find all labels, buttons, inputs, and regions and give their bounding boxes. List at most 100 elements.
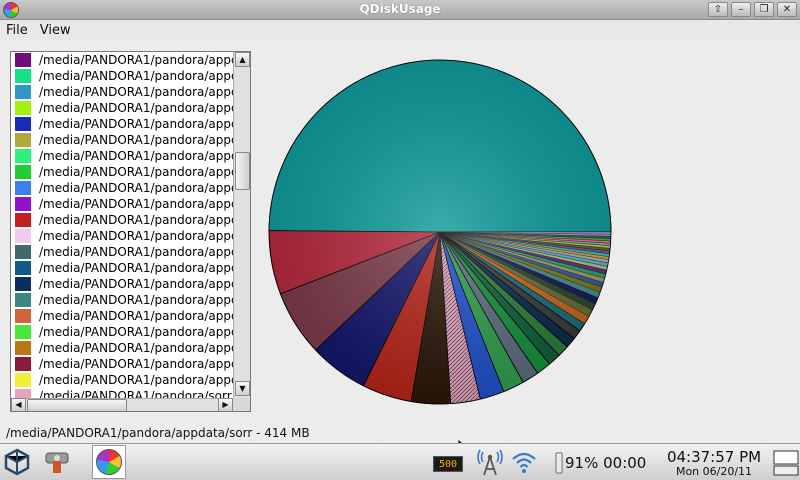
legend-item[interactable]: /media/PANDORA1/pandora/appd: [11, 276, 233, 292]
window-titlebar[interactable]: QDiskUsage ⇧ – ❐ ✕: [0, 0, 800, 20]
battery-icon[interactable]: [554, 447, 564, 477]
battery-status: 91% 00:00: [565, 454, 647, 472]
legend-list[interactable]: /media/PANDORA1/pandora/appd/media/PANDO…: [10, 51, 251, 412]
legend-item-label: /media/PANDORA1/pandora/appd: [39, 309, 233, 323]
legend-color-swatch: [15, 373, 31, 387]
legend-item[interactable]: /media/PANDORA1/pandora/appd: [11, 84, 233, 100]
legend-item-label: /media/PANDORA1/pandora/appd: [39, 357, 233, 371]
screen: QDiskUsage ⇧ – ❐ ✕ File View /media/PAND…: [0, 0, 800, 480]
legend-item-label: /media/PANDORA1/pandora/appd: [39, 101, 233, 115]
legend-color-swatch: [15, 341, 31, 355]
legend-color-swatch: [15, 117, 31, 131]
legend-item-label: /media/PANDORA1/pandora/appd: [39, 229, 233, 243]
clock[interactable]: 04:37:57 PM Mon 06/20/11: [660, 449, 768, 478]
legend-item[interactable]: /media/PANDORA1/pandora/appd: [11, 180, 233, 196]
legend-color-swatch: [15, 85, 31, 99]
qdiskusage-icon: [96, 449, 122, 475]
pie-slice[interactable]: [268, 59, 612, 233]
legend-item-label: /media/PANDORA1/pandora/appd: [39, 85, 233, 99]
legend-color-swatch: [15, 309, 31, 323]
clock-time: 04:37:57 PM: [666, 448, 762, 466]
legend-color-swatch: [15, 165, 31, 179]
legend-item-label: /media/PANDORA1/pandora/appd: [39, 53, 233, 67]
legend-color-swatch: [15, 277, 31, 291]
legend-color-swatch: [15, 229, 31, 243]
legend-item-label: /media/PANDORA1/pandora/appd: [39, 213, 233, 227]
legend-color-swatch: [15, 213, 31, 227]
taskbar: 500 91% 00:00 04:37:57 PM Mon 06/20/11: [0, 443, 800, 480]
window-title: QDiskUsage: [359, 2, 441, 16]
legend-item[interactable]: /media/PANDORA1/pandora/appd: [11, 292, 233, 308]
cpu-speed-badge[interactable]: 500: [433, 456, 463, 472]
legend-color-swatch: [15, 53, 31, 67]
legend-item[interactable]: /media/PANDORA1/pandora/appd: [11, 260, 233, 276]
pandora-menu-icon[interactable]: [2, 447, 32, 477]
status-bar-text: /media/PANDORA1/pandora/appdata/sorr - 4…: [6, 426, 310, 440]
legend-item[interactable]: /media/PANDORA1/pandora/appd: [11, 212, 233, 228]
menu-view[interactable]: View: [34, 23, 77, 38]
qdiskusage-task-button[interactable]: [92, 445, 126, 479]
scroll-up-arrow-icon[interactable]: ▲: [235, 52, 250, 67]
legend-color-swatch: [15, 133, 31, 147]
vertical-scroll-thumb[interactable]: [235, 152, 250, 190]
minimize-button[interactable]: –: [731, 2, 751, 17]
legend-item[interactable]: /media/PANDORA1/pandora/appd: [11, 228, 233, 244]
legend-vertical-scrollbar[interactable]: ▲ ▼: [233, 52, 250, 398]
clock-date: Mon 06/20/11: [675, 465, 753, 478]
legend-item[interactable]: /media/PANDORA1/pandora/appd: [11, 324, 233, 340]
legend-item[interactable]: /media/PANDORA1/pandora/appd: [11, 356, 233, 372]
legend-item-label: /media/PANDORA1/pandora/appd: [39, 245, 233, 259]
legend-color-swatch: [15, 261, 31, 275]
legend-item-label: /media/PANDORA1/pandora/appd: [39, 149, 233, 163]
system-tools-icon[interactable]: [42, 447, 72, 477]
legend-item-label: /media/PANDORA1/pandora/appd: [39, 277, 233, 291]
legend-rows: /media/PANDORA1/pandora/appd/media/PANDO…: [11, 52, 233, 400]
horizontal-scroll-thumb[interactable]: [27, 399, 127, 411]
legend-item[interactable]: /media/PANDORA1/pandora/appd: [11, 116, 233, 132]
legend-color-swatch: [15, 293, 31, 307]
legend-item-label: /media/PANDORA1/pandora/appd: [39, 133, 233, 147]
disk-usage-pie-chart[interactable]: [260, 55, 620, 415]
legend-item-label: /media/PANDORA1/pandora/appd: [39, 325, 233, 339]
legend-item-label: /media/PANDORA1/pandora/appd: [39, 261, 233, 275]
scroll-right-arrow-icon[interactable]: ▶: [218, 398, 233, 411]
legend-color-swatch: [15, 197, 31, 211]
legend-item[interactable]: /media/PANDORA1/pandora/appd: [11, 164, 233, 180]
network-antenna-icon[interactable]: [474, 447, 506, 477]
scroll-left-arrow-icon[interactable]: ◀: [11, 398, 26, 411]
wifi-icon[interactable]: [510, 447, 538, 477]
legend-item-label: /media/PANDORA1/pandora/appd: [39, 293, 233, 307]
scroll-down-arrow-icon[interactable]: ▼: [235, 381, 250, 396]
menu-file[interactable]: File: [0, 23, 34, 38]
legend-item[interactable]: /media/PANDORA1/pandora/appd: [11, 340, 233, 356]
scrollbar-corner: [233, 398, 250, 411]
legend-item-label: /media/PANDORA1/pandora/appd: [39, 117, 233, 131]
legend-item[interactable]: /media/PANDORA1/pandora/appd: [11, 196, 233, 212]
window-controls: ⇧ – ❐ ✕: [708, 2, 797, 17]
legend-item-label: /media/PANDORA1/pandora/appd: [39, 373, 233, 387]
restore-button[interactable]: ❐: [754, 2, 774, 17]
legend-item[interactable]: /media/PANDORA1/pandora/appd: [11, 132, 233, 148]
legend-item-label: /media/PANDORA1/pandora/appd: [39, 69, 233, 83]
legend-color-swatch: [15, 245, 31, 259]
legend-item[interactable]: /media/PANDORA1/pandora/appd: [11, 68, 233, 84]
legend-horizontal-scrollbar[interactable]: ◀ ▶: [11, 398, 250, 411]
legend-item[interactable]: /media/PANDORA1/pandora/appd: [11, 372, 233, 388]
legend-color-swatch: [15, 181, 31, 195]
legend-item[interactable]: /media/PANDORA1/pandora/appd: [11, 148, 233, 164]
show-desktop-icon[interactable]: [772, 447, 800, 477]
pie-slices: [268, 59, 612, 405]
legend-item[interactable]: /media/PANDORA1/pandora/appd: [11, 244, 233, 260]
legend-color-swatch: [15, 149, 31, 163]
legend-color-swatch: [15, 357, 31, 371]
legend-item[interactable]: /media/PANDORA1/pandora/appd: [11, 100, 233, 116]
shade-up-button[interactable]: ⇧: [708, 2, 728, 17]
legend-color-swatch: [15, 69, 31, 83]
legend-item-label: /media/PANDORA1/pandora/appd: [39, 181, 233, 195]
legend-item[interactable]: /media/PANDORA1/pandora/appd: [11, 308, 233, 324]
legend-color-swatch: [15, 101, 31, 115]
legend-item-label: /media/PANDORA1/pandora/appd: [39, 341, 233, 355]
menu-bar: File View: [0, 20, 800, 40]
close-button[interactable]: ✕: [777, 2, 797, 17]
legend-item[interactable]: /media/PANDORA1/pandora/appd: [11, 52, 233, 68]
